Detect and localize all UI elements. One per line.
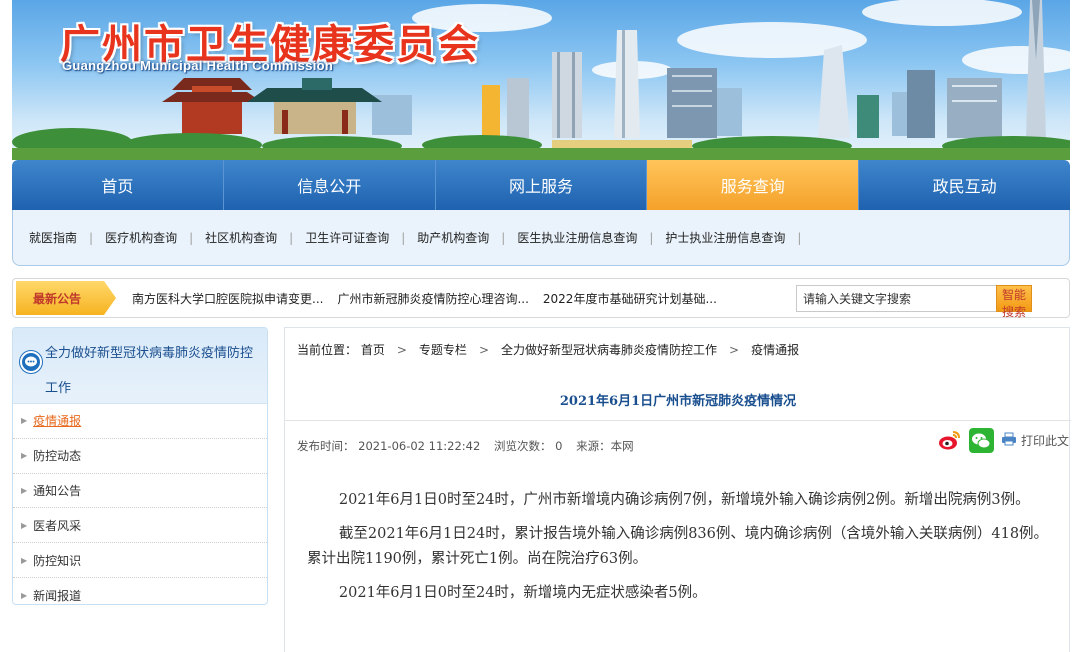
triangle-right-icon: ▶ — [21, 555, 28, 565]
chat-bubble-icon — [20, 351, 42, 373]
sidebar-item-label: 新闻报道 — [33, 588, 82, 603]
breadcrumb-epidemic-report[interactable]: 疫情通报 — [751, 343, 799, 357]
notice-item[interactable]: 广州市新冠肺炎疫情防控心理咨询... — [337, 290, 528, 307]
subnav-license-query[interactable]: 卫生许可证查询 — [305, 229, 389, 246]
article-content: 当前位置： 首页 > 专题专栏 > 全力做好新型冠状病毒肺炎疫情防控工作 > 疫情通报 20… — [284, 327, 1071, 652]
article-meta: 发布时间： 2021-06-02 11:22:42 浏览次数： 0 来源：本网 — [297, 438, 634, 454]
nav-home[interactable]: 首页 — [12, 160, 224, 210]
subnav-doctor-registration-query[interactable]: 医生执业注册信息查询 — [517, 229, 637, 246]
subnav-community-query[interactable]: 社区机构查询 — [205, 229, 277, 246]
triangle-right-icon: ▶ — [21, 590, 28, 600]
nav-info-disclosure[interactable]: 信息公开 — [224, 160, 436, 210]
sidebar-item-label: 通知公告 — [33, 483, 82, 498]
triangle-right-icon: ▶ — [21, 485, 28, 495]
sidebar: 全力做好新型冠状病毒肺炎疫情防控工作 ▶ 疫情通报 ▶ 防控动态 ▶ 通知公告 ▶ 医者… — [12, 327, 268, 605]
sidebar-item-label: 疫情通报 — [33, 414, 82, 429]
article-body: 2021年6月1日0时至24时，广州市新增境内确诊病例7例，新增境外输入确诊病例… — [307, 488, 1057, 615]
sidebar-item-prevention-news[interactable]: ▶ 防控动态 — [13, 439, 267, 474]
sidebar-title: 全力做好新型冠状病毒肺炎疫情防控工作 — [45, 346, 254, 396]
share-tools: 打印此文 — [936, 428, 1069, 453]
breadcrumb-separator: > — [729, 343, 740, 357]
subnav-separator: | — [501, 230, 506, 245]
site-subtitle: Guangzhou Municipal Health Commission — [62, 58, 334, 73]
main-nav: 首页 信息公开 网上服务 服务查询 政民互动 — [12, 160, 1070, 210]
triangle-right-icon: ▶ — [21, 520, 28, 530]
article-paragraph: 截至2021年6月1日24时，累计报告境外输入确诊病例836例、境内确诊病例（含… — [307, 526, 1049, 567]
latest-notice-label: 最新公告 — [16, 281, 116, 315]
wechat-icon[interactable] — [968, 428, 994, 453]
sidebar-item-medical-staff[interactable]: ▶ 医者风采 — [13, 508, 267, 544]
subnav-separator: | — [797, 230, 802, 245]
views-label: 浏览次数： — [493, 439, 552, 453]
article-paragraph: 2021年6月1日0时至24时，广州市新增境内确诊病例7例，新增境外输入确诊病例… — [338, 492, 1030, 508]
breadcrumb-separator: > — [478, 343, 489, 357]
sidebar-item-prevention-knowledge[interactable]: ▶ 防控知识 — [13, 543, 267, 578]
title-divider — [285, 420, 1071, 421]
triangle-right-icon: ▶ — [21, 416, 28, 426]
subnav-medical-guide[interactable]: 就医指南 — [29, 229, 77, 246]
sub-nav: 就医指南 | 医疗机构查询 | 社区机构查询 | 卫生许可证查询 | 助产机构查询 | 医… — [12, 210, 1070, 266]
breadcrumb-covid-topic[interactable]: 全力做好新型冠状病毒肺炎疫情防控工作 — [501, 343, 717, 357]
publish-label: 发布时间： — [297, 439, 355, 453]
triangle-right-icon: ▶ — [21, 451, 28, 461]
subnav-nurse-registration-query[interactable]: 护士执业注册信息查询 — [665, 229, 785, 246]
nav-online-services[interactable]: 网上服务 — [436, 160, 648, 210]
notice-item[interactable]: 南方医科大学口腔医院拟申请变更... — [132, 290, 323, 307]
breadcrumb-home[interactable]: 首页 — [361, 343, 385, 357]
print-button[interactable]: 打印此文 — [1001, 432, 1069, 449]
views-count: 0 — [555, 439, 563, 453]
article-paragraph: 2021年6月1日0时至24时，新增境内无症状感染者5例。 — [338, 585, 707, 601]
breadcrumb: 当前位置： 首页 > 专题专栏 > 全力做好新型冠状病毒肺炎疫情防控工作 > 疫情通报 — [297, 341, 799, 358]
sidebar-header: 全力做好新型冠状病毒肺炎疫情防控工作 — [13, 328, 267, 404]
subnav-separator: | — [89, 230, 94, 245]
subnav-midwifery-query[interactable]: 助产机构查询 — [417, 229, 489, 246]
subnav-separator: | — [289, 230, 294, 245]
notice-item[interactable]: 2022年度市基础研究计划基础... — [543, 290, 717, 307]
subnav-separator: | — [189, 230, 194, 245]
notice-bar: 最新公告 南方医科大学口腔医院拟申请变更... 广州市新冠肺炎疫情防控心理咨询.… — [12, 278, 1070, 319]
publish-time: 2021-06-02 11:22:42 — [358, 439, 481, 453]
sidebar-item-news-reports[interactable]: ▶ 新闻报道 — [13, 578, 267, 604]
source-value: 本网 — [610, 439, 634, 453]
site-banner: 广州市卫生健康委员会 Guangzhou Municipal Health Co… — [12, 0, 1070, 160]
printer-icon — [1001, 432, 1021, 449]
nav-service-query[interactable]: 服务查询 — [647, 160, 860, 210]
nav-public-interaction[interactable]: 政民互动 — [859, 160, 1070, 210]
weibo-icon[interactable] — [936, 428, 962, 453]
breadcrumb-separator: > — [396, 343, 407, 357]
subnav-separator: | — [649, 230, 654, 245]
sidebar-list: ▶ 疫情通报 ▶ 防控动态 ▶ 通知公告 ▶ 医者风采 ▶ 防控知识 ▶ 新闻报道 — [13, 404, 267, 604]
sidebar-item-label: 医者风采 — [33, 518, 82, 533]
subnav-separator: | — [401, 230, 406, 245]
subnav-hospital-query[interactable]: 医疗机构查询 — [105, 229, 177, 246]
search-input[interactable] — [796, 285, 998, 312]
sidebar-item-label: 防控知识 — [33, 553, 82, 568]
notice-ticker: 南方医科大学口腔医院拟申请变更... 广州市新冠肺炎疫情防控心理咨询... 20… — [132, 290, 792, 307]
article-title: 2021年6月1日广州市新冠肺炎疫情情况 — [559, 394, 797, 409]
smart-search-button[interactable]: 智能搜索 — [996, 285, 1032, 319]
sidebar-item-epidemic-report[interactable]: ▶ 疫情通报 — [13, 404, 267, 439]
sidebar-item-label: 防控动态 — [33, 449, 82, 464]
sidebar-item-notices[interactable]: ▶ 通知公告 — [13, 474, 267, 509]
print-label: 打印此文 — [1020, 434, 1069, 448]
breadcrumb-topics[interactable]: 专题专栏 — [419, 343, 467, 357]
breadcrumb-prefix: 当前位置： — [297, 343, 358, 357]
source-label: 来源： — [576, 439, 611, 453]
